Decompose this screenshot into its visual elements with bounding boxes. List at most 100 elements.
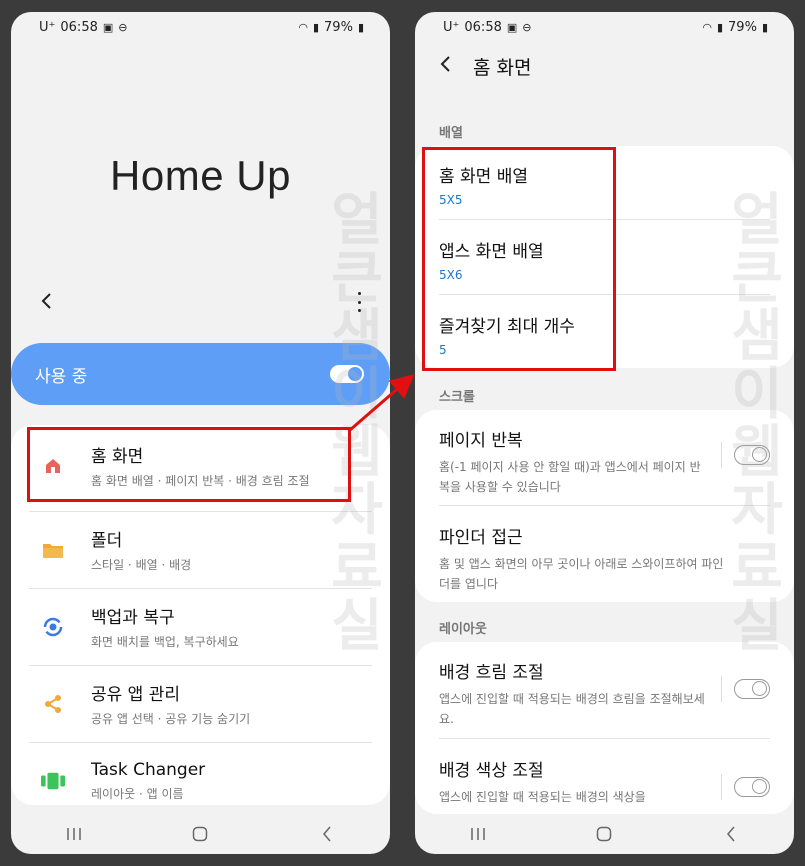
status-bar: U⁺ 06:58 ▣ ⊖ ◠ ▮ 79% ▮ <box>11 12 390 42</box>
back-nav-icon <box>322 826 331 842</box>
setting-description: 홈 및 앱스 화면의 아무 곳이나 아래로 스와이프하여 파인더를 엽니다 <box>439 557 724 591</box>
navigation-bar <box>11 814 390 854</box>
gallery-notification-icon: ▣ <box>102 20 114 34</box>
divider <box>439 219 770 220</box>
setting-title: 파인더 접근 <box>439 528 523 548</box>
setting-value: 5 <box>439 343 447 357</box>
menu-item-share-apps[interactable]: 공유 앱 관리 공유 앱 선택 · 공유 기능 숨기기 <box>29 665 372 742</box>
page-title: 홈 화면 <box>473 56 532 79</box>
setting-apps-grid[interactable]: 앱스 화면 배열 5X6 <box>439 237 770 282</box>
wifi-icon: ◠ <box>298 20 308 34</box>
toggle-wrap <box>721 442 770 468</box>
setting-title: 앱스 화면 배열 <box>439 242 544 262</box>
toggle-knob <box>752 779 767 794</box>
phone-screen-left: U⁺ 06:58 ▣ ⊖ ◠ ▮ 79% ▮ Home Up 사용 중 홈 화면 <box>11 12 390 854</box>
background-blur-toggle[interactable] <box>734 679 770 699</box>
back-button[interactable] <box>439 54 459 78</box>
recents-button[interactable] <box>59 822 89 846</box>
menu-item-task-changer[interactable]: Task Changer 레이아웃 · 앱 이름 <box>29 742 372 819</box>
carrier-label: U⁺ <box>39 19 56 35</box>
section-header-scroll: 스크롤 <box>439 390 475 405</box>
setting-favorites-max[interactable]: 즐겨찾기 최대 개수 5 <box>439 312 770 357</box>
setting-description: 앱스에 진입할 때 적용되는 배경의 흐림을 조절해보세요. <box>439 692 705 726</box>
menu-item-subtitle: 레이아웃 · 앱 이름 <box>91 786 184 801</box>
menu-item-subtitle: 화면 배치를 백업, 복구하세요 <box>91 635 239 649</box>
divider <box>439 505 770 506</box>
dnd-icon: ⊖ <box>118 20 128 34</box>
menu-item-subtitle: 공유 앱 선택 · 공유 기능 숨기기 <box>91 712 251 726</box>
recents-icon <box>471 828 485 840</box>
time-label: 06:58 <box>60 19 98 35</box>
battery-icon: ▮ <box>761 20 768 34</box>
setting-value: 5X5 <box>439 193 463 207</box>
back-nav-button[interactable] <box>716 822 746 846</box>
navigation-bar <box>415 814 794 854</box>
divider <box>439 294 770 295</box>
scroll-settings-card: 페이지 반복 홈(-1 페이지 사용 안 함일 때)과 앱스에서 페이지 반복을… <box>415 410 794 602</box>
toggle-knob <box>752 447 767 462</box>
recents-icon <box>67 828 81 840</box>
time-label: 06:58 <box>464 19 502 35</box>
section-header-layout: 배열 <box>439 126 463 141</box>
home-nav-button[interactable] <box>185 822 215 846</box>
back-nav-button[interactable] <box>312 822 342 846</box>
layout-settings-card: 홈 화면 배열 5X5 앱스 화면 배열 5X6 즐겨찾기 최대 개수 5 <box>415 146 794 368</box>
layout2-settings-card: 배경 흐림 조절 앱스에 진입할 때 적용되는 배경의 흐림을 조절해보세요. … <box>415 642 794 814</box>
gallery-notification-icon: ▣ <box>506 20 518 34</box>
page-header: 홈 화면 <box>415 48 794 84</box>
dnd-icon: ⊖ <box>522 20 532 34</box>
carrier-label: U⁺ <box>443 19 460 35</box>
background-color-toggle[interactable] <box>734 777 770 797</box>
setting-value: 5X6 <box>439 268 463 282</box>
setting-title: 즐겨찾기 최대 개수 <box>439 317 575 337</box>
toggle-knob <box>348 367 362 381</box>
home-icon <box>41 454 65 478</box>
back-arrow-icon <box>440 56 450 72</box>
separator <box>721 676 722 702</box>
more-dot-icon <box>357 300 361 304</box>
menu-item-home-screen[interactable]: 홈 화면 홈 화면 배열 · 페이지 반복 · 배경 흐림 조절 <box>29 427 372 504</box>
back-nav-icon <box>726 826 735 842</box>
separator <box>721 774 722 800</box>
back-button[interactable] <box>35 290 57 312</box>
app-title: Home Up <box>110 152 291 199</box>
home-nav-icon <box>193 826 208 842</box>
signal-icon: ▮ <box>312 20 320 34</box>
setting-description: 홈(-1 페이지 사용 안 함일 때)과 앱스에서 페이지 반복을 사용할 수 … <box>439 460 701 494</box>
menu-item-subtitle: 홈 화면 배열 · 페이지 반복 · 배경 흐림 조절 <box>91 474 310 488</box>
master-toggle[interactable] <box>330 365 364 383</box>
menu-card: 홈 화면 홈 화면 배열 · 페이지 반복 · 배경 흐림 조절 폴더 스타일 … <box>11 425 390 805</box>
home-nav-button[interactable] <box>589 822 619 846</box>
home-nav-icon <box>597 826 612 842</box>
toggle-wrap <box>721 676 770 702</box>
battery-percent: 79% <box>728 19 757 35</box>
menu-item-title: 공유 앱 관리 <box>91 685 181 705</box>
setting-description: 앱스에 진입할 때 적용되는 배경의 색상을 <box>439 790 646 804</box>
signal-icon: ▮ <box>716 20 724 34</box>
menu-item-title: Task Changer <box>91 759 206 780</box>
master-switch-bar[interactable]: 사용 중 <box>11 343 390 405</box>
setting-finder-access[interactable]: 파인더 접근 홈 및 앱스 화면의 아무 곳이나 아래로 스와이프하여 파인더를… <box>439 523 770 594</box>
backup-restore-icon <box>41 615 65 639</box>
page-loop-toggle[interactable] <box>734 445 770 465</box>
more-options-button[interactable] <box>352 292 366 312</box>
status-bar: U⁺ 06:58 ▣ ⊖ ◠ ▮ 79% ▮ <box>415 12 794 42</box>
section-header-layout2: 레이아웃 <box>439 622 487 637</box>
menu-item-folder[interactable]: 폴더 스타일 · 배열 · 배경 <box>29 511 372 588</box>
setting-home-grid[interactable]: 홈 화면 배열 5X5 <box>439 162 770 207</box>
divider <box>439 738 770 739</box>
separator <box>721 442 722 468</box>
menu-item-backup-restore[interactable]: 백업과 복구 화면 배치를 백업, 복구하세요 <box>29 588 372 665</box>
recents-button[interactable] <box>463 822 493 846</box>
more-dot-icon <box>357 309 361 312</box>
menu-item-subtitle: 스타일 · 배열 · 배경 <box>91 558 192 572</box>
more-dot-icon <box>357 292 361 295</box>
back-arrow-icon <box>41 293 51 309</box>
master-switch-label: 사용 중 <box>35 366 88 387</box>
setting-title: 홈 화면 배열 <box>439 167 529 187</box>
wifi-icon: ◠ <box>702 20 712 34</box>
battery-icon: ▮ <box>357 20 364 34</box>
menu-item-title: 폴더 <box>91 531 123 551</box>
folder-icon <box>41 538 65 562</box>
toggle-knob <box>752 681 767 696</box>
